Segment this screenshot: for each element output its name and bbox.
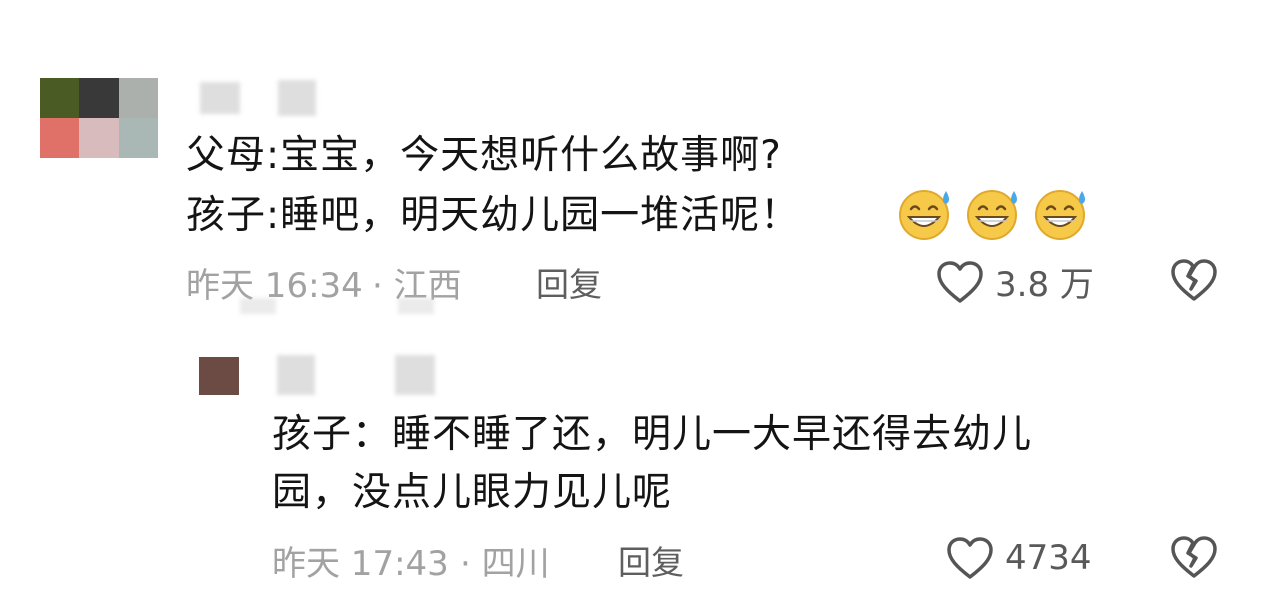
like-count: 3.8 万: [995, 265, 1094, 305]
broken-heart-icon: [1171, 259, 1217, 301]
grinning-sweat-emoji-icon: [1032, 187, 1092, 245]
avatar-tile: [79, 78, 119, 118]
dislike-button[interactable]: [1169, 256, 1219, 308]
username-redacted[interactable]: [277, 355, 315, 395]
avatar-tile: [79, 118, 119, 158]
heart-outline-icon: [937, 260, 983, 303]
broken-heart-icon: [1171, 536, 1217, 578]
avatar-tile: [40, 78, 80, 118]
username-redacted[interactable]: [200, 82, 240, 114]
avatar[interactable]: [40, 78, 158, 158]
heart-outline-icon: [947, 537, 993, 579]
avatar-tile: [118, 78, 158, 118]
avatar[interactable]: [199, 357, 239, 395]
like-button[interactable]: 4734: [945, 535, 1092, 581]
dislike-button[interactable]: [1169, 533, 1219, 585]
comment-text-line: 父母:宝宝，今天想听什么故事啊?: [186, 133, 782, 178]
comment-text-line: 孩子:睡吧，明天幼儿园一堆活呢！: [186, 193, 801, 238]
avatar-tile: [118, 118, 158, 158]
comment-text-line: 孩子：睡不睡了还，明儿一大早还得去幼儿: [272, 412, 1033, 457]
username-redacted[interactable]: [395, 355, 435, 395]
redacted-mark: [398, 298, 434, 314]
reply-button[interactable]: 回复: [536, 258, 602, 306]
grinning-sweat-emoji-icon: [896, 187, 956, 245]
comment-time: 昨天 17:43: [272, 544, 449, 584]
redacted-mark: [240, 298, 276, 314]
emoji-row: [896, 187, 1092, 245]
grinning-sweat-emoji-icon: [964, 187, 1024, 245]
username-redacted[interactable]: [278, 80, 316, 116]
like-button[interactable]: 3.8 万: [935, 257, 1094, 306]
comment-location: · 四川: [460, 544, 550, 584]
avatar-tile: [40, 118, 80, 158]
comment-text-line: 园，没点儿眼力见儿呢: [272, 470, 673, 515]
like-count: 4734: [1005, 538, 1092, 578]
avatar-tile: [199, 357, 239, 395]
reply-button[interactable]: 回复: [618, 536, 684, 584]
